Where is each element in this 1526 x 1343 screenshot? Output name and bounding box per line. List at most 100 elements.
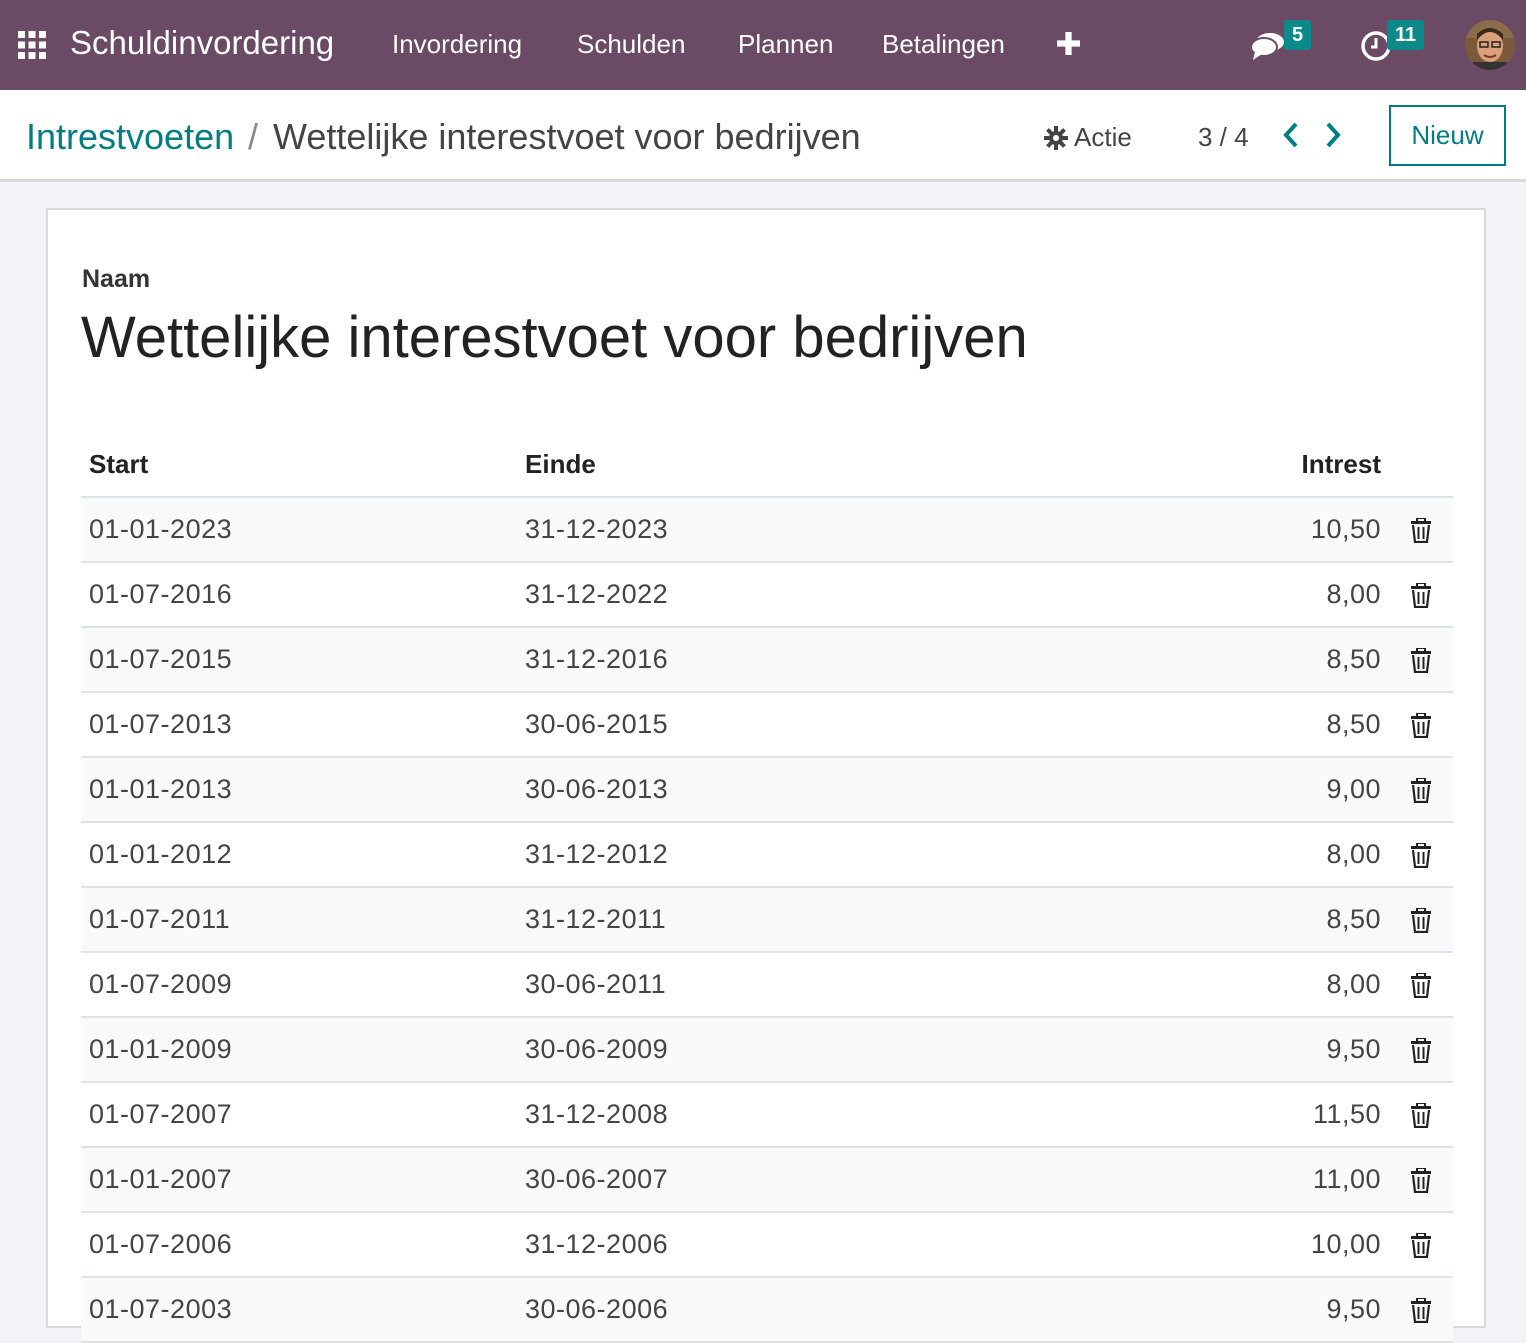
cell-interest[interactable]: 11,00: [1217, 1147, 1389, 1213]
cell-start[interactable]: 01-01-2023: [81, 497, 517, 563]
cell-interest[interactable]: 8,50: [1217, 692, 1389, 758]
cell-end[interactable]: 30-06-2006: [517, 1277, 1217, 1343]
cell-start[interactable]: 01-01-2012: [81, 822, 517, 888]
cell-end[interactable]: 30-06-2007: [517, 1147, 1217, 1213]
breadcrumb-current: Wettelijke interestvoet voor bedrijven: [273, 116, 861, 157]
chat-icon[interactable]: [1250, 30, 1286, 62]
trash-icon[interactable]: [1410, 648, 1432, 674]
cell-interest[interactable]: 8,50: [1217, 627, 1389, 693]
chevron-right-icon[interactable]: [1323, 121, 1343, 149]
cell-interest[interactable]: 9,50: [1217, 1277, 1389, 1343]
column-header-interest[interactable]: Intrest: [1217, 432, 1389, 498]
cell-start[interactable]: 01-01-2009: [81, 1017, 517, 1083]
cell-delete: [1389, 1277, 1453, 1343]
table-row[interactable]: 01-07-2003 30-06-2006 9,50: [81, 1277, 1453, 1343]
cell-delete: [1389, 952, 1453, 1018]
trash-icon[interactable]: [1410, 973, 1432, 999]
cell-start[interactable]: 01-07-2009: [81, 952, 517, 1018]
cell-delete: [1389, 1147, 1453, 1213]
cell-end[interactable]: 31-12-2011: [517, 887, 1217, 953]
cell-interest[interactable]: 8,50: [1217, 887, 1389, 953]
form-sheet: Naam Wettelijke interestvoet voor bedrij…: [46, 208, 1486, 1343]
cell-end[interactable]: 31-12-2008: [517, 1082, 1217, 1148]
cell-start[interactable]: 01-07-2007: [81, 1082, 517, 1148]
cell-interest[interactable]: 11,50: [1217, 1082, 1389, 1148]
cell-end[interactable]: 31-12-2022: [517, 562, 1217, 628]
app-title[interactable]: Schuldinvordering: [70, 24, 334, 62]
name-field[interactable]: Wettelijke interestvoet voor bedrijven: [81, 304, 1028, 371]
table-row[interactable]: 01-07-2015 31-12-2016 8,50: [81, 627, 1453, 693]
cell-start[interactable]: 01-01-2013: [81, 757, 517, 823]
trash-icon[interactable]: [1410, 1233, 1432, 1259]
trash-icon[interactable]: [1410, 713, 1432, 739]
cell-end[interactable]: 31-12-2016: [517, 627, 1217, 693]
cell-delete: [1389, 1082, 1453, 1148]
table-row[interactable]: 01-07-2013 30-06-2015 8,50: [81, 692, 1453, 758]
column-header-end[interactable]: Einde: [517, 432, 1217, 498]
cell-end[interactable]: 30-06-2015: [517, 692, 1217, 758]
cell-start[interactable]: 01-07-2006: [81, 1212, 517, 1278]
chevron-left-icon[interactable]: [1281, 121, 1301, 149]
cell-end[interactable]: 31-12-2023: [517, 497, 1217, 563]
column-header-start[interactable]: Start: [81, 432, 517, 498]
cell-end[interactable]: 30-06-2011: [517, 952, 1217, 1018]
table-header-row: Start Einde Intrest: [81, 432, 1453, 498]
table-row[interactable]: 01-01-2013 30-06-2013 9,00: [81, 757, 1453, 823]
cell-delete: [1389, 497, 1453, 563]
cell-delete: [1389, 887, 1453, 953]
cell-interest[interactable]: 10,00: [1217, 1212, 1389, 1278]
table-row[interactable]: 01-01-2009 30-06-2009 9,50: [81, 1017, 1453, 1083]
apps-grid-icon[interactable]: [18, 31, 46, 59]
trash-icon[interactable]: [1410, 518, 1432, 544]
cell-start[interactable]: 01-07-2016: [81, 562, 517, 628]
cell-interest[interactable]: 8,00: [1217, 822, 1389, 888]
cell-end[interactable]: 30-06-2009: [517, 1017, 1217, 1083]
trash-icon[interactable]: [1410, 843, 1432, 869]
breadcrumb-parent-link[interactable]: Intrestvoeten: [26, 116, 234, 158]
table-row[interactable]: 01-07-2009 30-06-2011 8,00: [81, 952, 1453, 1018]
table-row[interactable]: 01-07-2016 31-12-2022 8,00: [81, 562, 1453, 628]
cell-start[interactable]: 01-07-2003: [81, 1277, 517, 1343]
trash-icon[interactable]: [1410, 583, 1432, 609]
cell-interest[interactable]: 10,50: [1217, 497, 1389, 563]
trash-icon[interactable]: [1410, 1038, 1432, 1064]
plus-icon[interactable]: [1056, 31, 1081, 56]
trash-icon[interactable]: [1410, 778, 1432, 804]
cell-interest[interactable]: 9,50: [1217, 1017, 1389, 1083]
name-field-label: Naam: [82, 265, 151, 293]
cell-end[interactable]: 30-06-2013: [517, 757, 1217, 823]
messages-count-badge: 5: [1284, 20, 1312, 50]
table-row[interactable]: 01-07-2011 31-12-2011 8,50: [81, 887, 1453, 953]
cell-interest[interactable]: 9,00: [1217, 757, 1389, 823]
trash-icon[interactable]: [1410, 1298, 1432, 1324]
pager-value[interactable]: 3 / 4: [1198, 122, 1249, 153]
menu-item-schulden[interactable]: Schulden: [577, 29, 685, 60]
table-row[interactable]: 01-07-2007 31-12-2008 11,50: [81, 1082, 1453, 1148]
cell-end[interactable]: 31-12-2012: [517, 822, 1217, 888]
cell-end[interactable]: 31-12-2006: [517, 1212, 1217, 1278]
interest-rates-table: Start Einde Intrest 01-01-2023 31-12-2023…: [81, 432, 1453, 1343]
cell-interest[interactable]: 8,00: [1217, 562, 1389, 628]
cell-start[interactable]: 01-07-2013: [81, 692, 517, 758]
table-row[interactable]: 01-01-2012 31-12-2012 8,00: [81, 822, 1453, 888]
table-row[interactable]: 01-07-2006 31-12-2006 10,00: [81, 1212, 1453, 1278]
new-button[interactable]: Nieuw: [1389, 105, 1506, 166]
menu-item-plannen[interactable]: Plannen: [738, 29, 833, 60]
trash-icon[interactable]: [1410, 1103, 1432, 1129]
cell-start[interactable]: 01-01-2007: [81, 1147, 517, 1213]
top-navbar: Schuldinvordering Invordering Schulden P…: [0, 0, 1526, 90]
cell-start[interactable]: 01-07-2011: [81, 887, 517, 953]
cell-delete: [1389, 757, 1453, 823]
cell-interest[interactable]: 8,00: [1217, 952, 1389, 1018]
menu-item-invordering[interactable]: Invordering: [392, 29, 522, 60]
trash-icon[interactable]: [1410, 908, 1432, 934]
action-button[interactable]: Actie: [1044, 122, 1132, 153]
cell-start[interactable]: 01-07-2015: [81, 627, 517, 693]
table-row[interactable]: 01-01-2023 31-12-2023 10,50: [81, 497, 1453, 563]
cell-delete: [1389, 627, 1453, 693]
table-row[interactable]: 01-01-2007 30-06-2007 11,00: [81, 1147, 1453, 1213]
trash-icon[interactable]: [1410, 1168, 1432, 1194]
cell-delete: [1389, 822, 1453, 888]
menu-item-betalingen[interactable]: Betalingen: [882, 29, 1005, 60]
user-avatar[interactable]: [1465, 20, 1515, 70]
